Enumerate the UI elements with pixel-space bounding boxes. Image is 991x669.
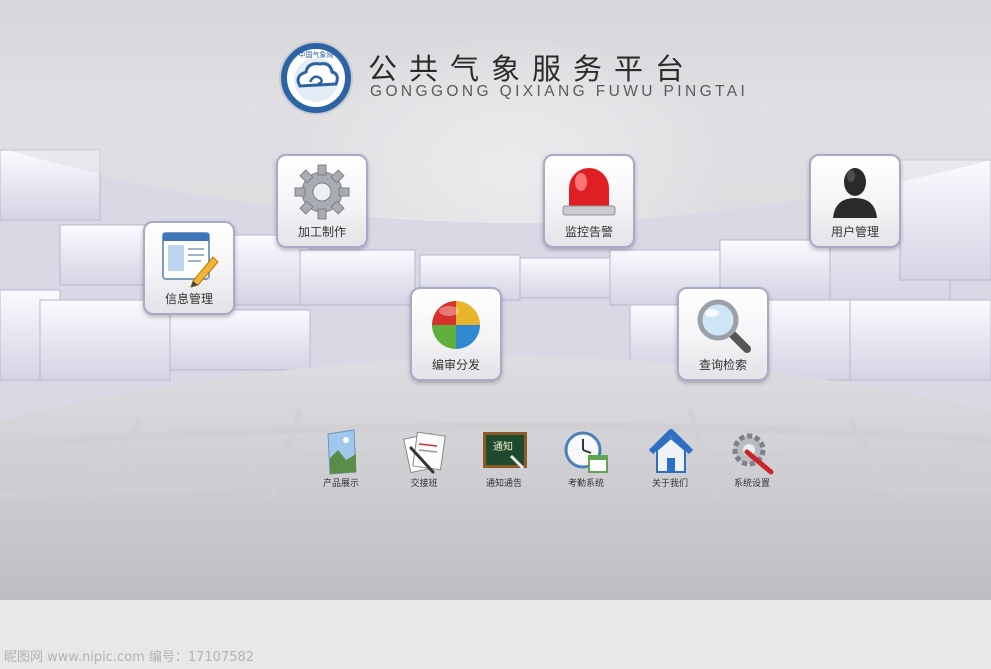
tile-query-search[interactable]: 查询检索	[677, 287, 769, 381]
dock-system-settings[interactable]: 系统设置	[717, 428, 787, 494]
clock-calendar-icon	[564, 431, 608, 473]
tile-info-management[interactable]: 信息管理	[143, 221, 235, 315]
tile-label: 查询检索	[698, 358, 747, 372]
dock-shift-handover[interactable]: 交接班	[389, 428, 459, 494]
dock-attendance[interactable]: 考勤系统	[551, 428, 621, 494]
logo-text: 中国气象局	[299, 50, 334, 59]
notes-pen-icon	[403, 431, 446, 474]
blackboard-text: 通知	[493, 440, 513, 453]
dock-product-display[interactable]: 产品展示	[306, 428, 376, 494]
background-stage: 中国气象局 公共气象服务平台 GONGGONG QIXIANG FUWU PIN…	[0, 0, 991, 600]
document-edit-icon	[162, 232, 219, 288]
watermark-text: 昵图网 www.nipic.com 编号：17107582	[4, 650, 255, 665]
dock-label: 系统设置	[733, 479, 770, 489]
cma-logo: 中国气象局	[279, 41, 353, 115]
page-title: 公共气象服务平台	[368, 52, 697, 86]
tile-review-distribute[interactable]: 编审分发	[410, 287, 502, 381]
page-subtitle: GONGGONG QIXIANG FUWU PINGTAI	[370, 83, 749, 100]
dock-about-us[interactable]: 关于我们	[635, 428, 705, 494]
dock-label: 交接班	[410, 479, 438, 489]
tile-label: 用户管理	[830, 225, 879, 239]
dock-notices[interactable]: 通知 通知通告	[469, 428, 539, 494]
dock-label: 关于我们	[651, 479, 688, 489]
tile-processing[interactable]: 加工制作	[276, 154, 368, 248]
color-ball-icon	[432, 301, 480, 349]
alarm-light-icon	[562, 168, 616, 216]
header: 中国气象局 公共气象服务平台 GONGGONG QIXIANG FUWU PIN…	[278, 36, 778, 116]
tile-label: 加工制作	[297, 225, 346, 239]
tile-label: 编审分发	[431, 358, 480, 372]
tile-monitor-alarm[interactable]: 监控告警	[543, 154, 635, 248]
tile-label: 信息管理	[164, 292, 213, 306]
tile-label: 监控告警	[564, 225, 613, 239]
user-icon	[833, 168, 877, 218]
blackboard-icon: 通知	[483, 432, 527, 470]
tile-user-management[interactable]: 用户管理	[809, 154, 901, 248]
gear-tools-icon	[732, 433, 774, 475]
home-icon	[648, 429, 694, 473]
magnifier-icon	[697, 299, 751, 353]
dock-label: 考勤系统	[567, 479, 604, 489]
gear-icon	[294, 164, 350, 220]
dock-label: 产品展示	[322, 479, 359, 489]
dock-label: 通知通告	[485, 479, 522, 489]
picture-icon	[327, 429, 357, 475]
